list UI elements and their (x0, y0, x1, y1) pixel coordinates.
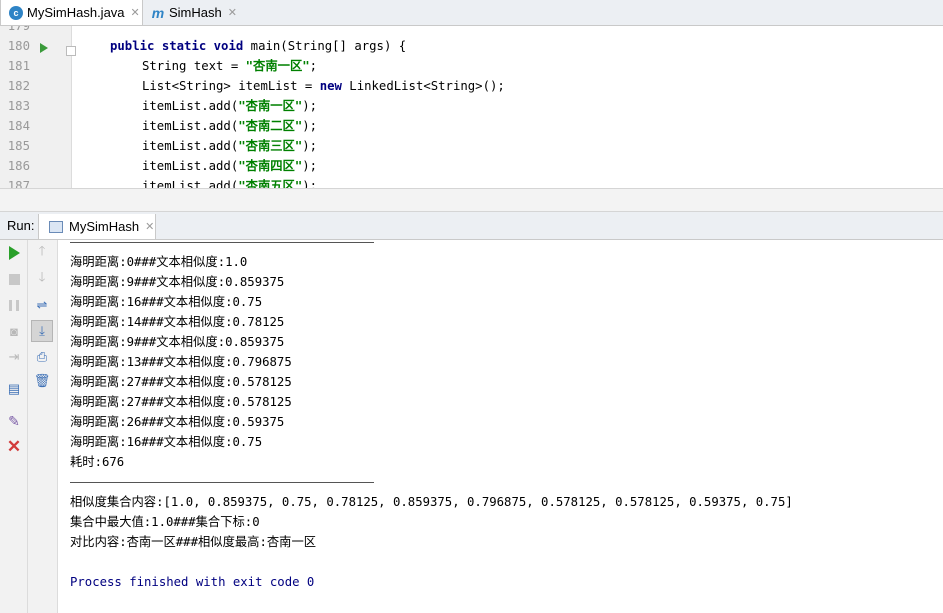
console-line: 耗时:676 (70, 455, 125, 469)
line-number: 186 (7, 159, 30, 173)
code-line: 184 itemList.add("杏南二区"); (0, 116, 943, 136)
close-run-button[interactable]: ✕ (4, 437, 24, 457)
clear-all-button[interactable]: 🗑 (32, 371, 52, 391)
close-icon[interactable]: ✕ (145, 220, 154, 233)
line-number: 187 (7, 179, 30, 188)
code-line: 186 itemList.add("杏南四区"); (0, 156, 943, 176)
console-line: 海明距离:9###文本相似度:0.859375 (70, 275, 285, 289)
stop-icon (8, 273, 20, 285)
code-text: public static void main(String[] args) { (110, 39, 407, 53)
scroll-to-end-button[interactable]: ⤓ (31, 320, 53, 342)
rerun-button[interactable] (4, 243, 24, 263)
run-panel-header: Run: MySimHash ✕ (0, 212, 943, 240)
code-line: 180 public static void main(String[] args… (0, 36, 943, 56)
up-stack-button[interactable]: 🡑 (32, 243, 52, 263)
run-toolbar-primary: ◙ ⇥ ▤ ✎ ✕ (0, 240, 28, 613)
m-file-icon: m (151, 4, 165, 21)
tab-mysimhash-java[interactable]: c MySimHash.java ✕ (0, 0, 143, 25)
java-class-icon: c (9, 5, 23, 20)
panel-splitter[interactable] (0, 188, 943, 212)
code-text: itemList.add("杏南三区"); (142, 139, 318, 153)
console-output[interactable]: ======================================= 海… (58, 240, 943, 613)
console-line: 海明距离:13###文本相似度:0.796875 (70, 355, 292, 369)
tab-label: MySimHash.java (27, 5, 125, 20)
scroll-to-end-icon: ⤓ (39, 323, 45, 338)
trash-icon: 🗑 (33, 373, 51, 388)
console-icon (49, 220, 63, 233)
code-text: String text = "杏南一区"; (142, 59, 318, 73)
separator-text: ====================================== (70, 473, 374, 493)
run-tab-label: MySimHash (69, 219, 140, 234)
dump-threads-button[interactable]: ◙ (4, 321, 24, 341)
code-line: 185 itemList.add("杏南三区"); (0, 136, 943, 156)
console-line: 海明距离:26###文本相似度:0.59375 (70, 415, 285, 429)
console-line: 对比内容:杏南一区###相似度最高:杏南一区 (70, 535, 317, 549)
pause-icon (9, 299, 19, 311)
line-number: 184 (7, 119, 30, 133)
down-stack-button[interactable]: 🡓 (32, 269, 52, 289)
tab-simhash[interactable]: m SimHash ✕ (143, 0, 243, 25)
code-text: itemList.add("杏南四区"); (142, 159, 318, 173)
soft-wrap-icon: ⇌ (36, 297, 48, 312)
code-text: itemList.add("杏南一区"); (142, 99, 318, 113)
close-icon[interactable]: ✕ (131, 6, 140, 19)
line-number: 185 (7, 139, 30, 153)
layout-icon: ▤ (7, 381, 21, 396)
fold-icon[interactable] (66, 46, 76, 56)
tab-label: SimHash (169, 5, 222, 20)
pause-button[interactable] (4, 295, 24, 315)
console-line: 集合中最大值:1.0###集合下标:0 (70, 515, 260, 529)
run-toolbar-secondary: 🡑 🡓 ⇌ ⤓ ⎙ 🗑 (28, 240, 58, 613)
pin-icon: ✎ (8, 412, 20, 429)
code-text: itemList.add("杏南五区"); (142, 179, 318, 188)
code-text: itemList.add("杏南二区"); (142, 119, 318, 133)
code-line: 182 List<String> itemList = new LinkedLis… (0, 76, 943, 96)
console-line: 海明距离:9###文本相似度:0.859375 (70, 335, 285, 349)
pin-button[interactable]: ✎ (4, 411, 24, 431)
code-text: List<String> itemList = new LinkedList<S… (142, 79, 505, 93)
close-icon: ✕ (6, 437, 22, 456)
code-line: 183 itemList.add("杏南一区"); (0, 96, 943, 116)
console-line: 海明距离:27###文本相似度:0.578125 (70, 375, 292, 389)
line-number: 180 (7, 39, 30, 53)
line-number: 179 (7, 26, 30, 33)
line-number: 182 (7, 79, 30, 93)
layout-button[interactable]: ▤ (4, 379, 24, 399)
print-button[interactable]: ⎙ (32, 347, 52, 367)
exit-icon: ⇥ (8, 349, 20, 364)
play-icon (8, 246, 20, 260)
line-number: 183 (7, 99, 30, 113)
console-line: 相似度集合内容:[1.0, 0.859375, 0.75, 0.78125, 0… (70, 495, 793, 509)
close-icon[interactable]: ✕ (228, 6, 237, 19)
separator-line: ====================================== (70, 482, 374, 483)
code-line: 187 itemList.add("杏南五区"); (0, 176, 943, 188)
camera-icon: ◙ (10, 323, 18, 339)
console-line: 海明距离:16###文本相似度:0.75 (70, 295, 263, 309)
line-number: 181 (7, 59, 30, 73)
stop-button[interactable] (4, 269, 24, 289)
exit-button[interactable]: ⇥ (4, 347, 24, 367)
run-tab-mysimhash[interactable]: MySimHash ✕ (38, 214, 156, 239)
process-exit-message: Process finished with exit code 0 (70, 575, 315, 589)
run-label: Run: (7, 218, 35, 233)
print-icon: ⎙ (36, 349, 48, 364)
run-gutter-icon[interactable] (40, 43, 48, 53)
code-line: 181 String text = "杏南一区"; (0, 56, 943, 76)
console-line: 海明距离:14###文本相似度:0.78125 (70, 315, 285, 329)
console-line: 海明距离:0###文本相似度:1.0 (70, 255, 248, 269)
soft-wrap-button[interactable]: ⇌ (32, 295, 52, 315)
console-line: 海明距离:27###文本相似度:0.578125 (70, 395, 292, 409)
code-editor[interactable]: 179 180 public static void main(String[] a… (0, 26, 943, 188)
arrow-up-icon: 🡑 (38, 243, 46, 258)
separator-line: ======================================= (70, 242, 374, 243)
code-line: 179 (0, 26, 943, 36)
arrow-down-icon: 🡓 (38, 269, 46, 284)
console-line: 海明距离:16###文本相似度:0.75 (70, 435, 263, 449)
editor-tab-bar: c MySimHash.java ✕ m SimHash ✕ (0, 0, 943, 26)
